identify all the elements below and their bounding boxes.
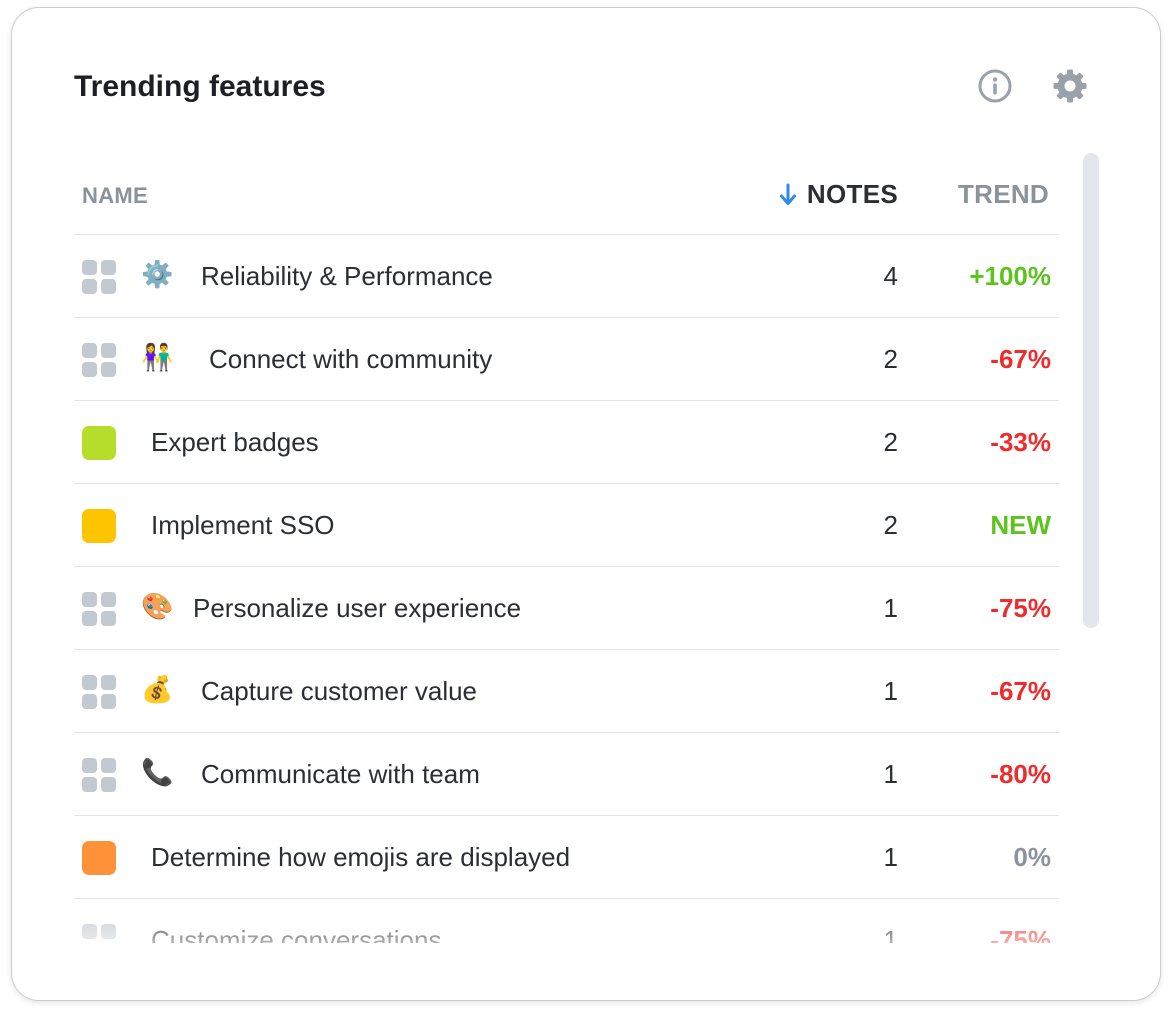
notes-count: 1: [883, 842, 898, 872]
arrow-down-icon: [779, 183, 796, 205]
trending-features-widget: Trending features NAME NOTES TREND ⚙️ Re…: [11, 7, 1161, 1001]
feature-name[interactable]: Capture customer value: [201, 676, 477, 707]
component-grid-icon: [82, 260, 116, 294]
notes-count: 4: [883, 261, 898, 291]
feature-color-swatch: [82, 509, 116, 543]
features-table: NAME NOTES TREND ⚙️ Reliability & Perform…: [74, 153, 1059, 943]
feature-name[interactable]: Reliability & Performance: [201, 261, 493, 292]
table-row[interactable]: Determine how emojis are displayed 1 0%: [74, 816, 1059, 899]
trend-value: -80%: [990, 759, 1051, 789]
table-row[interactable]: Expert badges 2 -33%: [74, 401, 1059, 484]
table-row[interactable]: 📞 Communicate with team 1 -80%: [74, 733, 1059, 816]
feature-emoji: 🎨: [141, 592, 174, 622]
gear-icon[interactable]: [1052, 68, 1088, 104]
feature-name[interactable]: Determine how emojis are displayed: [151, 842, 570, 873]
trend-value: NEW: [990, 510, 1051, 540]
feature-name[interactable]: Personalize user experience: [193, 593, 521, 624]
column-header-name[interactable]: NAME: [82, 183, 148, 209]
trend-value: +100%: [969, 261, 1051, 291]
feature-name[interactable]: Communicate with team: [201, 759, 480, 790]
notes-count: 2: [883, 427, 898, 457]
feature-emoji: 💰: [141, 675, 174, 705]
feature-color-swatch: [82, 841, 116, 875]
feature-name[interactable]: Implement SSO: [151, 510, 335, 541]
trend-value: -67%: [990, 344, 1051, 374]
trend-value: -75%: [990, 593, 1051, 623]
feature-emoji: 👫: [141, 343, 174, 373]
table-row[interactable]: 💰 Capture customer value 1 -67%: [74, 650, 1059, 733]
component-grid-icon: [82, 343, 116, 377]
feature-color-swatch: [82, 426, 116, 460]
notes-count: 1: [883, 925, 898, 943]
feature-emoji: 📞: [141, 758, 174, 788]
trend-value: -67%: [990, 676, 1051, 706]
table-body: ⚙️ Reliability & Performance 4 +100% 👫 Connec…: [74, 235, 1059, 943]
notes-count: 1: [883, 676, 898, 706]
notes-count: 2: [883, 510, 898, 540]
notes-count: 1: [883, 759, 898, 789]
table-row[interactable]: Customize conversations 1 -75%: [74, 899, 1059, 943]
table-row[interactable]: 🎨 Personalize user experience 1 -75%: [74, 567, 1059, 650]
table-header: NAME NOTES TREND: [74, 153, 1059, 235]
feature-name[interactable]: Connect with community: [209, 344, 492, 375]
component-grid-icon: [82, 924, 116, 943]
table-row[interactable]: 👫 Connect with community 2 -67%: [74, 318, 1059, 401]
trend-value: -33%: [990, 427, 1051, 457]
component-grid-icon: [82, 758, 116, 792]
feature-name[interactable]: Expert badges: [151, 427, 319, 458]
table-row[interactable]: ⚙️ Reliability & Performance 4 +100%: [74, 235, 1059, 318]
column-header-notes-label: NOTES: [806, 179, 898, 209]
component-grid-icon: [82, 592, 116, 626]
trend-value: -75%: [990, 925, 1051, 943]
column-header-trend[interactable]: TREND: [958, 179, 1049, 210]
feature-emoji: ⚙️: [141, 260, 174, 290]
feature-name[interactable]: Customize conversations: [151, 925, 441, 943]
info-circle-icon[interactable]: [977, 68, 1013, 104]
widget-title: Trending features: [74, 70, 326, 103]
trend-value: 0%: [1013, 842, 1051, 872]
column-header-notes[interactable]: NOTES: [779, 179, 898, 210]
notes-count: 1: [883, 593, 898, 623]
vertical-scrollbar[interactable]: [1083, 153, 1099, 628]
table-row[interactable]: Implement SSO 2 NEW: [74, 484, 1059, 567]
component-grid-icon: [82, 675, 116, 709]
notes-count: 2: [883, 344, 898, 374]
